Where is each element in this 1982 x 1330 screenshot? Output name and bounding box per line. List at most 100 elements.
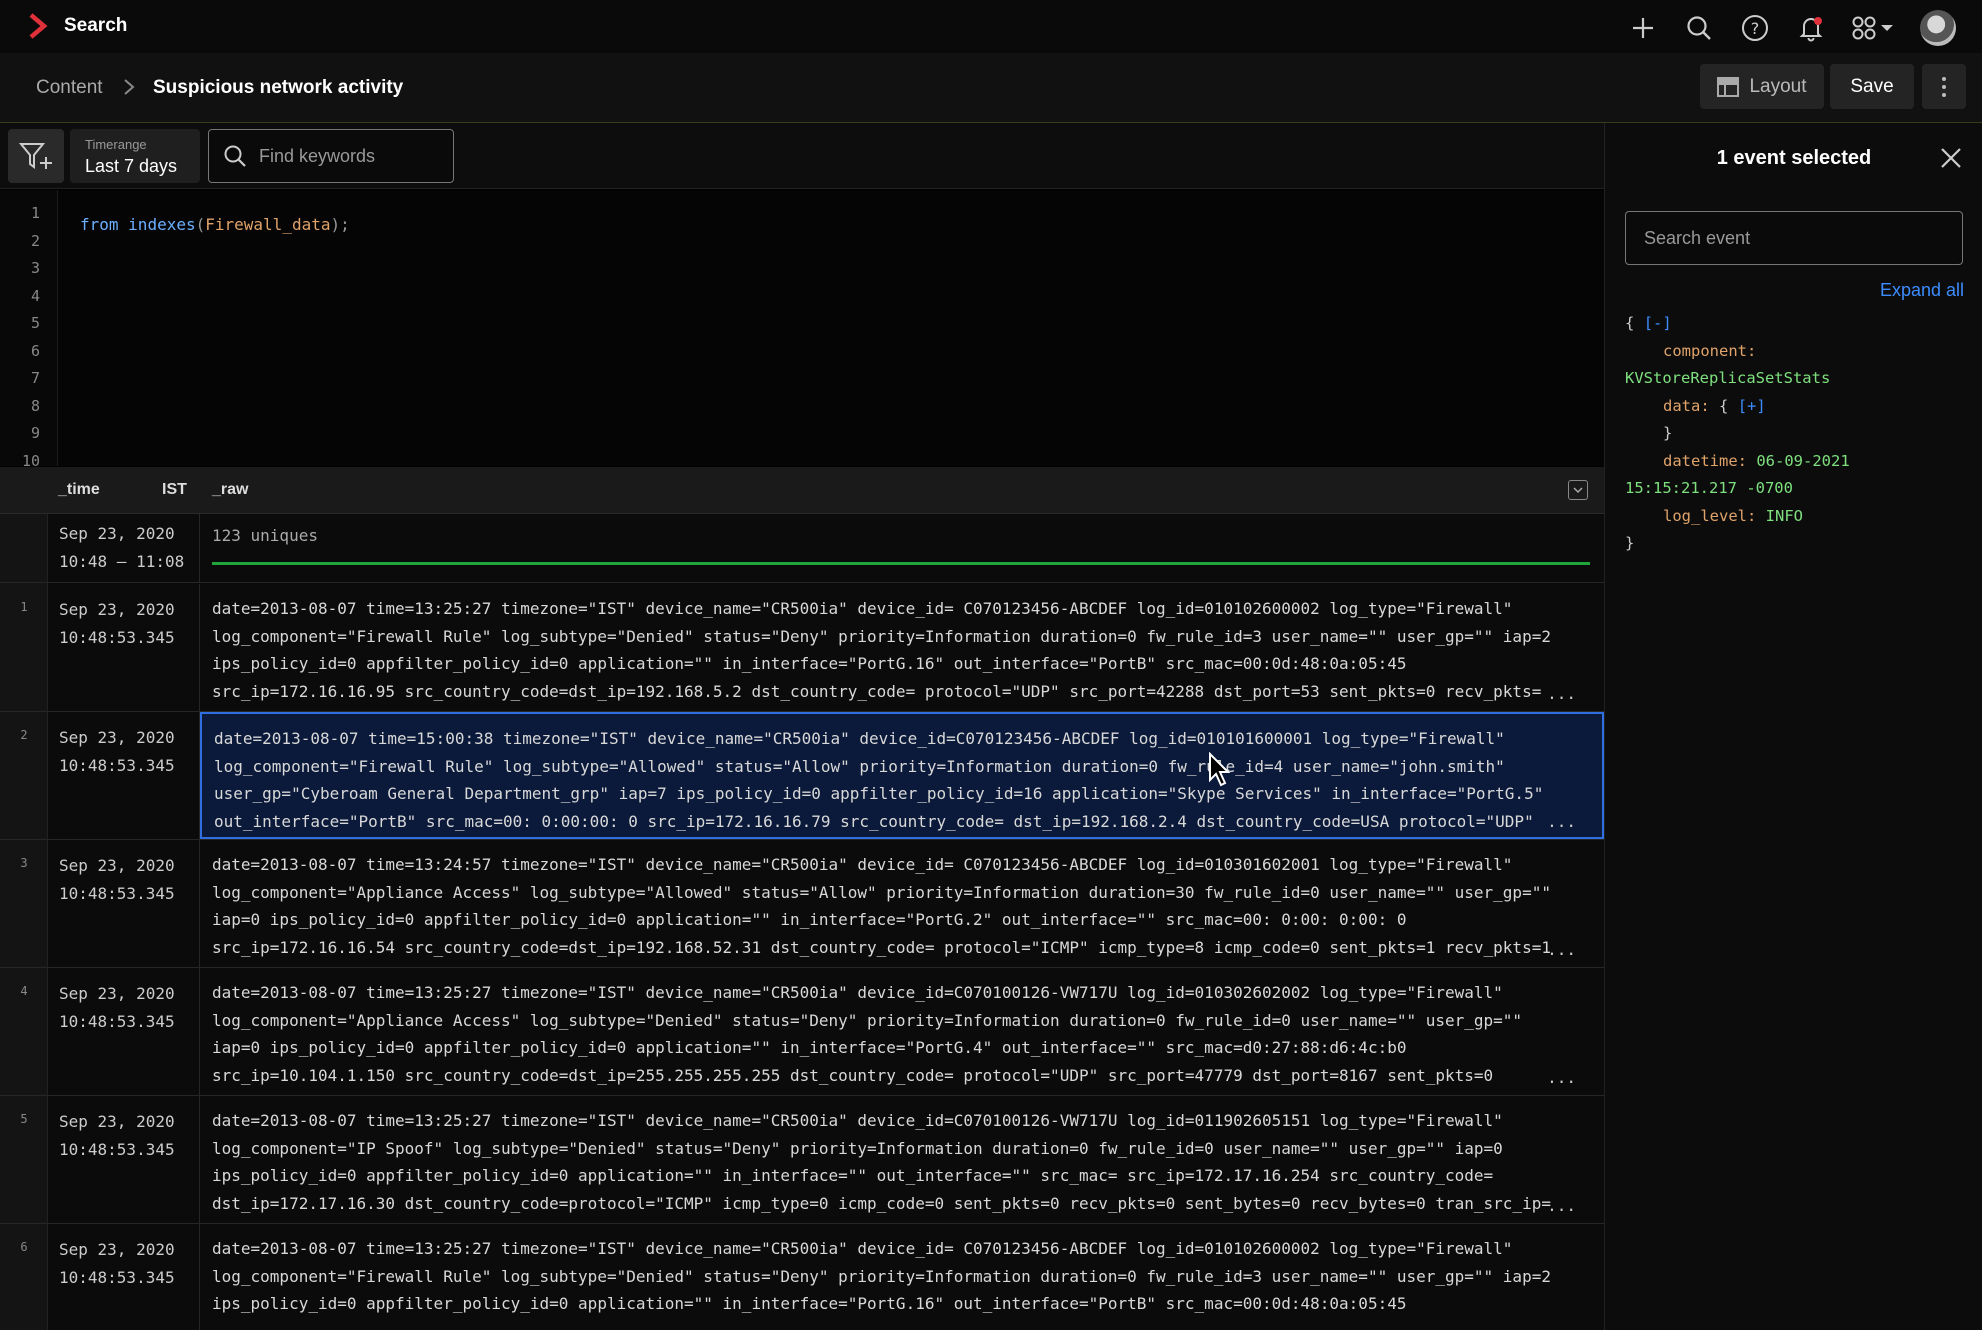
event-search[interactable] [1625,211,1963,265]
timerange-label: Timerange [85,137,147,152]
table-row[interactable]: 3 Sep 23, 2020 10:48:53.345 date=2013-08… [0,840,1604,968]
json-line: component: [1625,338,1975,366]
help-icon[interactable]: ? [1738,11,1772,45]
event-detail-panel: 1 event selected Expand all { [-] compon… [1604,123,1982,1330]
json-key: log_level: [1663,506,1757,525]
line-number-gutter: 1 2 3 4 5 6 7 8 9 10 [0,190,58,466]
code-paren-open: ( [195,215,206,234]
row-date: Sep 23, 2020 [59,600,175,619]
code-argument: Firewall_data [205,215,331,234]
page-title: Suspicious network activity [153,77,404,98]
table-row[interactable]: 6 Sep 23, 2020 10:48:53.345 date=2013-08… [0,1224,1604,1330]
results-table: _time IST _raw Sep 23, 2020 10:48 – 11:0… [0,467,1604,1330]
svg-text:?: ? [1751,19,1760,38]
row-time: Sep 23, 2020 10:48:53.345 [48,968,200,1095]
row-timestamp: 10:48:53.345 [59,1012,175,1031]
row-raw[interactable]: date=2013-08-07 time=13:25:27 timezone="… [200,584,1604,711]
keyword-search[interactable] [208,129,454,183]
bell-icon[interactable] [1794,11,1828,45]
expand-all-link[interactable]: Expand all [1880,280,1964,301]
event-search-input[interactable] [1644,212,1944,264]
row-raw[interactable]: date=2013-08-07 time=13:24:57 timezone="… [200,840,1604,967]
table-row-selected[interactable]: 2 Sep 23, 2020 10:48:53.345 date=2013-08… [0,712,1604,840]
json-line: KVStoreReplicaSetStats [1625,365,1975,393]
row-raw[interactable]: date=2013-08-07 time=13:25:27 timezone="… [200,968,1604,1095]
apps-icon[interactable] [1850,11,1898,45]
json-line: data: { [+] [1625,393,1975,421]
json-key: component: [1663,341,1757,360]
keyword-search-input[interactable] [259,145,439,167]
row-number: 1 [20,600,28,614]
save-button[interactable]: Save [1830,64,1914,109]
row-time: Sep 23, 2020 10:48:53.345 [48,1224,200,1330]
json-brace: } [1625,534,1635,552]
json-line: } [1625,530,1975,558]
json-value: 06-09-2021 [1756,451,1850,470]
search-icon [224,145,246,167]
mouse-cursor-icon [1209,752,1231,787]
table-row[interactable]: 4 Sep 23, 2020 10:48:53.345 date=2013-08… [0,968,1604,1096]
table-row[interactable]: 5 Sep 23, 2020 10:48:53.345 date=2013-08… [0,1096,1604,1224]
line-number: 8 [30,396,40,415]
column-header-timezone: IST [162,481,187,498]
logo-chevron-icon[interactable] [28,13,48,39]
row-number: 5 [20,1112,28,1126]
code-keyword: from [80,215,119,234]
json-value: 15:15:21.217 -0700 [1625,479,1793,497]
row-raw[interactable]: date=2013-08-07 time=15:00:38 timezone="… [200,712,1604,839]
layout-button[interactable]: Layout [1700,64,1824,109]
line-number: 7 [30,369,40,387]
column-menu-button[interactable] [1568,480,1588,500]
app-title: Search [64,15,128,36]
json-line: 15:15:21.217 -0700 [1625,475,1975,503]
timerange-picker[interactable]: Timerange Last 7 days [70,129,200,183]
json-expand-toggle[interactable]: [+] [1738,397,1766,415]
code-function: indexes [128,215,196,234]
row-raw[interactable]: date=2013-08-07 time=13:25:27 timezone="… [200,1096,1604,1223]
chevron-right-icon [124,79,135,95]
row-timestamp: 10:48:53.345 [59,884,175,903]
filter-bar: Timerange Last 7 days [0,123,1604,189]
close-icon[interactable] [1938,145,1964,171]
add-filter-button[interactable] [8,129,64,183]
column-header-time[interactable]: _time [58,481,100,499]
line-number: 5 [30,314,40,332]
line-number: 10 [21,451,40,467]
avatar[interactable] [1920,10,1956,46]
line-number: 9 [30,424,40,442]
json-line: { [-] [1625,310,1975,338]
line-number: 2 [30,231,40,250]
json-key: datetime: [1663,451,1747,470]
more-options-button[interactable] [1922,64,1966,109]
search-icon[interactable] [1682,11,1716,45]
uniques-bar [212,562,1590,565]
breadcrumb-root[interactable]: Content [36,77,103,99]
json-line: } [1625,420,1975,448]
column-header-raw[interactable]: _raw [212,481,248,499]
plus-icon[interactable] [1626,11,1660,45]
row-ellipsis: ... [1547,1196,1576,1215]
row-ellipsis: ... [1547,940,1576,959]
query-code[interactable]: from indexes(Firewall_data); [80,215,350,234]
row-timestamp: 10:48:53.345 [59,1268,175,1287]
json-brace: { [1625,314,1635,332]
summary-uniques: 123 uniques [212,526,318,545]
line-number: 3 [30,259,40,277]
table-row[interactable]: 1 Sep 23, 2020 10:48:53.345 date=2013-08… [0,584,1604,712]
json-value: KVStoreReplicaSetStats [1625,369,1831,387]
row-number: 2 [20,728,28,742]
event-json-viewer: { [-] component: KVStoreReplicaSetStats … [1625,310,1975,558]
row-time: Sep 23, 2020 10:48:53.345 [48,584,200,711]
row-raw[interactable]: date=2013-08-07 time=13:25:27 timezone="… [200,1224,1604,1330]
row-timestamp: 10:48:53.345 [59,1140,175,1159]
timerange-value: Last 7 days [85,156,178,176]
json-line: datetime: 06-09-2021 [1625,448,1975,476]
json-collapse-toggle[interactable]: [-] [1644,314,1672,332]
row-ellipsis: ... [1547,1068,1576,1087]
query-editor[interactable]: 1 2 3 4 5 6 7 8 9 10 from indexes(Firewa… [0,190,1604,466]
summary-row: Sep 23, 2020 10:48 – 11:08 123 uniques [0,514,1604,583]
breadcrumb: Content Suspicious network activity Layo… [0,53,1982,123]
row-date: Sep 23, 2020 [59,1240,175,1259]
line-number: 1 [30,204,40,222]
layout-icon [1717,76,1740,97]
